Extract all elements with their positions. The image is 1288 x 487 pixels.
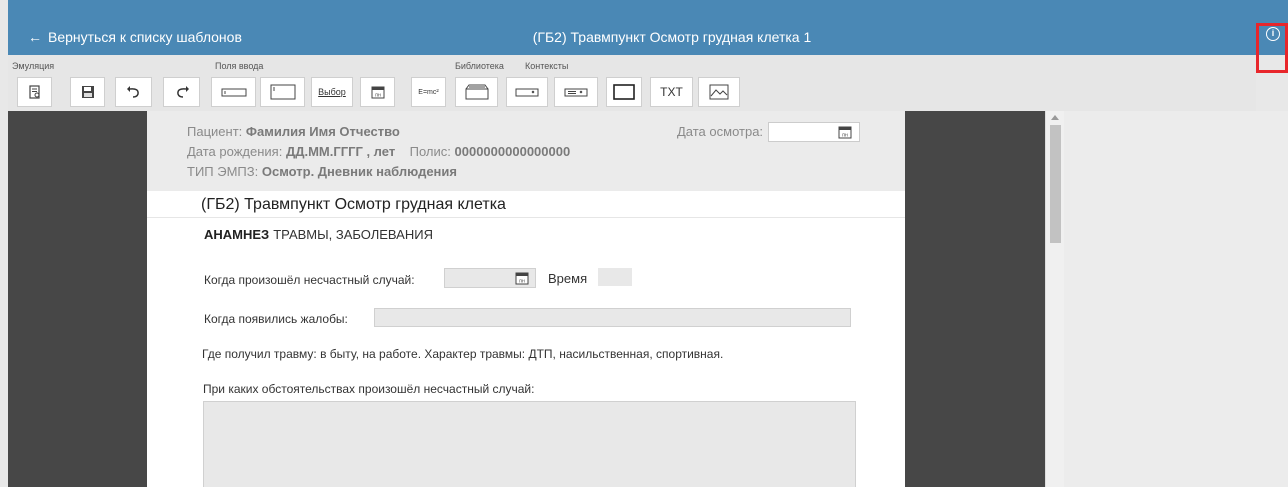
svg-text:пн: пн <box>519 279 525 285</box>
complaints-label: Когда появились жалобы: <box>204 312 348 326</box>
document-header: Пациент: Фамилия Имя Отчество Дата рожде… <box>147 111 905 191</box>
date-field-button[interactable]: пн <box>360 77 395 107</box>
option-traffic-accident[interactable]: ДТП, <box>528 347 555 361</box>
time-field[interactable] <box>598 268 632 286</box>
emulation-icon <box>28 85 40 99</box>
frame-icon <box>613 84 635 100</box>
save-button[interactable] <box>70 77 105 107</box>
exam-date-field[interactable]: пн <box>768 122 860 142</box>
choice-label: Выбор <box>318 87 346 97</box>
svg-text:пн: пн <box>375 93 381 99</box>
text-field-button[interactable] <box>211 77 256 107</box>
context-list-icon <box>564 88 588 97</box>
emr-type-label: ТИП ЭМПЗ: <box>187 164 259 179</box>
calendar-icon: пн <box>371 86 384 99</box>
injury-place-label: Где получил травму: <box>202 347 317 361</box>
choice-button[interactable]: Выбор <box>311 77 353 107</box>
library-icon <box>465 84 488 100</box>
redo-button[interactable] <box>163 77 200 107</box>
toolbar-group-library: Библиотека <box>455 61 504 71</box>
patient-label: Пациент: <box>187 124 243 139</box>
formula-button[interactable]: E=mc² <box>411 77 446 107</box>
save-icon <box>81 86 94 98</box>
option-at-work[interactable]: на работе. <box>362 347 421 361</box>
scroll-up-arrow-icon[interactable] <box>1051 115 1059 120</box>
section-title-rest: ТРАВМЫ, ЗАБОЛЕВАНИЯ <box>273 227 433 242</box>
option-sport[interactable]: спортивная. <box>656 347 723 361</box>
context-field-button[interactable] <box>506 77 548 107</box>
emr-type-line: ТИП ЭМПЗ: Осмотр. Дневник наблюдения <box>187 164 457 179</box>
text-field-icon <box>221 88 246 97</box>
left-margin-panel <box>8 111 147 487</box>
txt-label: TXT <box>660 85 683 99</box>
header-bar: ← Вернуться к списку шаблонов (ГБ2) Травм… <box>8 0 1256 55</box>
calendar-icon[interactable]: пн <box>838 125 852 139</box>
image-button[interactable] <box>698 77 740 107</box>
patient-line: Пациент: Фамилия Имя Отчество <box>187 124 400 139</box>
emulation-button[interactable] <box>17 77 52 107</box>
toolbar-group-contexts: Контексты <box>525 61 569 71</box>
library-button[interactable] <box>455 77 498 107</box>
patient-value: Фамилия Имя Отчество <box>245 124 400 139</box>
divider <box>147 217 905 218</box>
multiline-field-button[interactable] <box>260 77 305 107</box>
circumstances-label: При каких обстоятельствах произошёл несч… <box>203 382 535 396</box>
section-title: АНАМНЕЗ ТРАВМЫ, ЗАБОЛЕВАНИЯ <box>204 227 433 242</box>
multiline-field-icon <box>270 84 295 100</box>
dob-value: ДД.ММ.ГГГГ , лет <box>285 144 396 159</box>
policy-label: Полис: <box>409 144 451 159</box>
info-icon[interactable]: i <box>1266 27 1280 41</box>
right-margin-panel <box>905 111 1045 487</box>
emr-type-value: Осмотр. Дневник наблюдения <box>261 164 457 179</box>
accident-date-field[interactable]: пн <box>444 268 536 288</box>
injury-type-label: Характер травмы: <box>424 347 526 361</box>
complaints-field[interactable] <box>374 308 851 327</box>
toolbar-group-input-fields: Поля ввода <box>215 61 264 71</box>
context-list-button[interactable] <box>554 77 598 107</box>
page-title: (ГБ2) Травмпункт Осмотр грудная клетка 1 <box>532 29 812 45</box>
svg-text:пн: пн <box>842 133 848 139</box>
undo-icon <box>126 86 139 98</box>
accident-date-label: Когда произошёл несчастный случай: <box>204 273 415 287</box>
exam-date-label: Дата осмотра: <box>677 124 764 139</box>
time-label: Время <box>548 271 588 286</box>
scrollbar-thumb[interactable] <box>1050 125 1061 243</box>
option-at-home[interactable]: в быту, <box>320 347 359 361</box>
document-page: Пациент: Фамилия Имя Отчество Дата рожде… <box>147 111 905 487</box>
injury-line: Где получил травму: в быту, на работе. Х… <box>202 347 723 361</box>
vertical-scrollbar[interactable] <box>1045 111 1064 487</box>
side-panel <box>1064 111 1288 487</box>
policy-value: 0000000000000000 <box>454 144 571 159</box>
circumstances-textarea[interactable] <box>203 401 856 487</box>
section-title-bold: АНАМНЕЗ <box>204 227 270 242</box>
toolbar: Эмуляция Поля ввода Библиотека Контексты… <box>8 55 1256 111</box>
undo-button[interactable] <box>115 77 152 107</box>
image-icon <box>709 84 729 100</box>
frame-button[interactable] <box>606 77 642 107</box>
document-title: (ГБ2) Травмпункт Осмотр грудная клетка <box>201 196 506 213</box>
dob-label: Дата рождения: <box>187 144 283 159</box>
txt-button[interactable]: TXT <box>650 77 693 107</box>
redo-icon <box>176 86 189 98</box>
calendar-icon[interactable]: пн <box>515 271 529 285</box>
toolbar-group-emulation: Эмуляция <box>12 61 55 71</box>
dob-line: Дата рождения: ДД.ММ.ГГГГ , лет Полис: 0… <box>187 144 570 159</box>
formula-label: E=mc² <box>418 88 439 96</box>
option-violent[interactable]: насильственная, <box>559 347 652 361</box>
context-field-icon <box>515 88 539 97</box>
